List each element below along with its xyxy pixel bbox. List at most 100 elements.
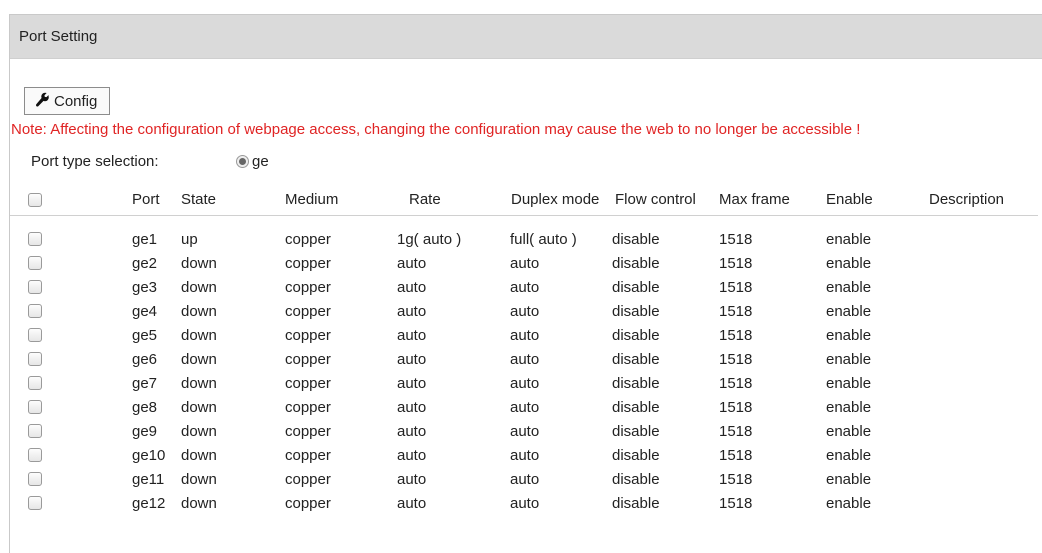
cell-port: ge3 [132, 279, 158, 296]
row-checkbox[interactable] [28, 400, 42, 414]
cell-rate: auto [397, 327, 427, 344]
cell-rate: 1g( auto ) [397, 231, 462, 248]
row-checkbox[interactable] [28, 448, 42, 462]
select-all-checkbox[interactable] [28, 193, 42, 207]
cell-state: down [181, 351, 217, 368]
table-row[interactable]: ge4 down copper auto auto disable 1518 enable [10, 299, 1042, 323]
cell-port: ge10 [132, 447, 166, 464]
row-checkbox[interactable] [28, 232, 42, 246]
cell-duplex-mode: auto [510, 375, 540, 392]
port-type-radio-ge[interactable] [236, 155, 249, 168]
header-port: Port [132, 191, 160, 208]
cell-flow-control: disable [612, 231, 660, 248]
row-checkbox[interactable] [28, 256, 42, 270]
cell-flow-control: disable [612, 423, 660, 440]
cell-max-frame: 1518 [719, 327, 753, 344]
table-row[interactable]: ge5 down copper auto auto disable 1518 enable [10, 323, 1042, 347]
cell-port: ge1 [132, 231, 158, 248]
cell-flow-control: disable [612, 279, 660, 296]
port-type-label: Port type selection: [31, 153, 159, 170]
row-checkbox[interactable] [28, 496, 42, 510]
cell-flow-control: disable [612, 255, 660, 272]
cell-port: ge4 [132, 303, 158, 320]
row-checkbox[interactable] [28, 352, 42, 366]
table-row[interactable]: ge1 up copper 1g( auto ) full( auto ) disable… [10, 227, 1042, 251]
cell-max-frame: 1518 [719, 231, 753, 248]
table-body: ge1 up copper 1g( auto ) full( auto ) disable… [10, 216, 1042, 515]
cell-max-frame: 1518 [719, 471, 753, 488]
cell-flow-control: disable [612, 351, 660, 368]
table-row[interactable]: ge2 down copper auto auto disable 1518 enable [10, 251, 1042, 275]
cell-duplex-mode: auto [510, 495, 540, 512]
cell-medium: copper [285, 399, 331, 416]
row-checkbox[interactable] [28, 424, 42, 438]
table-row[interactable]: ge9 down copper auto auto disable 1518 enable [10, 419, 1042, 443]
cell-max-frame: 1518 [719, 303, 753, 320]
row-checkbox[interactable] [28, 376, 42, 390]
cell-port: ge9 [132, 423, 158, 440]
cell-enable: enable [826, 351, 872, 368]
cell-enable: enable [826, 399, 872, 416]
cell-rate: auto [397, 471, 427, 488]
table-row[interactable]: ge11 down copper auto auto disable 1518 enable [10, 467, 1042, 491]
cell-duplex-mode: auto [510, 471, 540, 488]
table-row[interactable]: ge7 down copper auto auto disable 1518 enable [10, 371, 1042, 395]
cell-medium: copper [285, 495, 331, 512]
table-row[interactable]: ge10 down copper auto auto disable 1518 enable [10, 443, 1042, 467]
cell-state: down [181, 327, 217, 344]
wrench-icon [35, 92, 50, 111]
cell-state: down [181, 279, 217, 296]
cell-duplex-mode: auto [510, 279, 540, 296]
cell-enable: enable [826, 279, 872, 296]
header-state: State [181, 191, 217, 208]
port-type-option-label: ge [252, 153, 269, 170]
table-header: Port State Medium Rate Duplex mode Flow … [10, 185, 1038, 216]
cell-medium: copper [285, 231, 331, 248]
header-max-frame: Max frame [719, 191, 790, 208]
header-duplex-mode: Duplex mode [511, 191, 600, 208]
cell-medium: copper [285, 279, 331, 296]
warning-note: Note: Affecting the configuration of web… [11, 121, 861, 138]
config-button-label: Config [54, 92, 98, 110]
row-checkbox[interactable] [28, 280, 42, 294]
cell-max-frame: 1518 [719, 255, 753, 272]
table-row[interactable]: ge12 down copper auto auto disable 1518 enable [10, 491, 1042, 515]
cell-state: down [181, 375, 217, 392]
cell-max-frame: 1518 [719, 375, 753, 392]
cell-enable: enable [826, 423, 872, 440]
cell-rate: auto [397, 279, 427, 296]
cell-state: down [181, 399, 217, 416]
cell-enable: enable [826, 303, 872, 320]
header-flow-control: Flow control [615, 191, 696, 208]
cell-max-frame: 1518 [719, 423, 753, 440]
cell-enable: enable [826, 471, 872, 488]
table-row[interactable]: ge3 down copper auto auto disable 1518 enable [10, 275, 1042, 299]
cell-port: ge11 [132, 471, 165, 488]
cell-flow-control: disable [612, 495, 660, 512]
row-checkbox[interactable] [28, 472, 42, 486]
cell-enable: enable [826, 231, 872, 248]
row-checkbox[interactable] [28, 328, 42, 342]
cell-max-frame: 1518 [719, 447, 753, 464]
cell-duplex-mode: auto [510, 351, 540, 368]
header-enable: Enable [826, 191, 873, 208]
cell-medium: copper [285, 375, 331, 392]
row-checkbox[interactable] [28, 304, 42, 318]
cell-rate: auto [397, 303, 427, 320]
cell-port: ge8 [132, 399, 158, 416]
cell-flow-control: disable [612, 303, 660, 320]
cell-flow-control: disable [612, 471, 660, 488]
panel-title: Port Setting [19, 28, 98, 45]
cell-rate: auto [397, 399, 427, 416]
header-rate: Rate [409, 191, 441, 208]
table-row[interactable]: ge6 down copper auto auto disable 1518 enable [10, 347, 1042, 371]
table-row[interactable]: ge8 down copper auto auto disable 1518 enable [10, 395, 1042, 419]
cell-port: ge6 [132, 351, 158, 368]
config-button[interactable]: Config [24, 87, 111, 115]
cell-enable: enable [826, 447, 872, 464]
cell-flow-control: disable [612, 399, 660, 416]
cell-rate: auto [397, 351, 427, 368]
cell-rate: auto [397, 255, 427, 272]
cell-medium: copper [285, 423, 331, 440]
cell-duplex-mode: auto [510, 255, 540, 272]
